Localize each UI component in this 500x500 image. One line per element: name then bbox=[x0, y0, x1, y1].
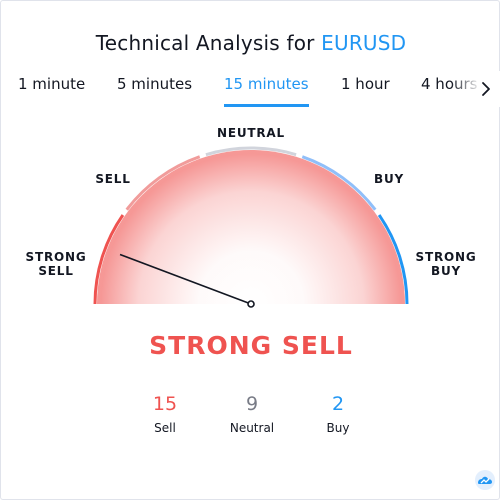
gauge-svg bbox=[93, 146, 409, 308]
rating-gauge: STRONG SELL SELL NEUTRAL BUY STRONG BUY bbox=[1, 116, 500, 316]
tab-5-minutes[interactable]: 5 minutes bbox=[117, 75, 192, 107]
counter-neutral-value: 9 bbox=[245, 393, 259, 415]
symbol-link[interactable]: EURUSD bbox=[321, 31, 406, 55]
needle-pivot bbox=[247, 300, 255, 308]
technical-analysis-widget: Technical Analysis for EURUSD 1 minute 5… bbox=[0, 0, 500, 500]
counter-sell: 15 Sell bbox=[125, 393, 205, 435]
rating-summary: STRONG SELL bbox=[149, 331, 353, 360]
tab-1-hour[interactable]: 1 hour bbox=[341, 75, 390, 107]
counter-neutral-label: Neutral bbox=[229, 421, 275, 435]
counter-neutral: 9 Neutral bbox=[212, 393, 292, 435]
tradingview-logo-icon[interactable] bbox=[473, 470, 497, 490]
counter-sell-label: Sell bbox=[154, 421, 176, 435]
interval-tabs: 1 minute 5 minutes 15 minutes 1 hour 4 h… bbox=[1, 71, 500, 107]
widget-title: Technical Analysis for EURUSD bbox=[1, 31, 500, 55]
counter-buy: 2 Buy bbox=[298, 393, 378, 435]
counter-sell-value: 15 bbox=[152, 393, 178, 415]
counter-buy-label: Buy bbox=[326, 421, 350, 435]
label-strong-buy: STRONG BUY bbox=[415, 250, 477, 278]
chevron-right-icon[interactable] bbox=[477, 79, 495, 99]
label-neutral: NEUTRAL bbox=[217, 126, 285, 140]
label-sell: SELL bbox=[95, 172, 131, 186]
tab-15-minutes[interactable]: 15 minutes bbox=[224, 75, 309, 107]
counter-buy-value: 2 bbox=[331, 393, 345, 415]
label-buy: BUY bbox=[374, 172, 404, 186]
tab-1-minute[interactable]: 1 minute bbox=[18, 75, 85, 107]
label-strong-sell: STRONG SELL bbox=[25, 250, 87, 278]
title-prefix: Technical Analysis for bbox=[95, 31, 322, 55]
